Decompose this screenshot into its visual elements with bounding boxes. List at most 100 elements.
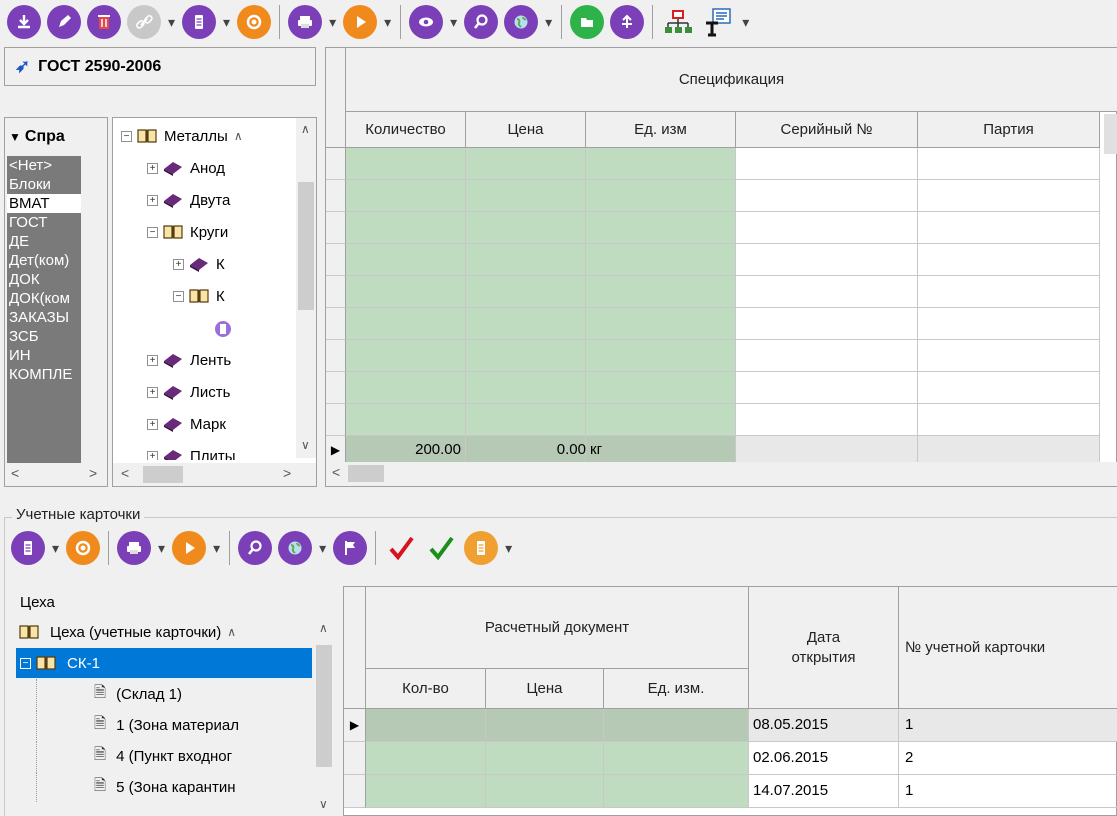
grid-cell[interactable] [918, 308, 1100, 340]
grid-cell[interactable] [918, 148, 1100, 180]
check-green-icon[interactable] [424, 531, 458, 565]
grid-cell[interactable] [736, 244, 918, 276]
search-icon[interactable] [464, 5, 499, 39]
grid-cell[interactable] [346, 212, 466, 244]
folder-icon[interactable] [570, 5, 605, 39]
row-indicator[interactable] [344, 775, 366, 808]
grid-cell[interactable] [586, 340, 736, 372]
expand-icon[interactable]: + [147, 450, 158, 460]
scroll-down-icon[interactable]: ∨ [301, 438, 310, 452]
chevron-down-icon[interactable]: ▾ [545, 14, 552, 31]
grid-cell[interactable] [604, 742, 749, 775]
scroll-up-icon[interactable]: ∧ [301, 122, 310, 136]
grid-cell[interactable] [736, 404, 918, 436]
grid-cell[interactable] [466, 212, 586, 244]
attach-icon[interactable] [610, 5, 645, 39]
tree-node[interactable]: + Анод [113, 152, 293, 184]
tree-node[interactable]: + Марк [113, 408, 293, 440]
tree-hscrollbar[interactable]: < > [112, 463, 317, 487]
column-header[interactable]: Цена [466, 112, 586, 148]
grid-cell[interactable] [346, 340, 466, 372]
tree-node[interactable]: + Листь [113, 376, 293, 408]
grid-cell[interactable] [736, 180, 918, 212]
column-header[interactable]: Серийный № [736, 112, 918, 148]
grid-cell[interactable] [918, 244, 1100, 276]
collapse-icon[interactable]: − [121, 130, 132, 142]
shops-vscrollbar[interactable]: ∧ ∨ [314, 617, 334, 816]
grid-cell[interactable] [918, 372, 1100, 404]
chevron-down-icon[interactable]: ▾ [52, 540, 59, 557]
grid-cell[interactable] [918, 212, 1100, 244]
grid-cell[interactable] [736, 276, 918, 308]
flag-icon[interactable] [333, 531, 368, 565]
grid-cell[interactable] [918, 276, 1100, 308]
row-indicator[interactable] [326, 244, 346, 276]
grid-cell[interactable] [586, 276, 736, 308]
refresh-icon[interactable] [66, 531, 101, 565]
reference-list-item[interactable]: ЗАКАЗЫ [7, 308, 81, 327]
grid-cell[interactable] [346, 404, 466, 436]
open-date-cell[interactable]: 02.06.2015 [749, 742, 899, 775]
reference-list-item[interactable]: ЗСБ [7, 327, 81, 346]
collapse-icon[interactable]: − [20, 657, 31, 669]
delete-icon[interactable] [87, 5, 121, 39]
expand-icon[interactable]: + [173, 258, 184, 270]
open-date-cell[interactable]: 08.05.2015 [749, 709, 899, 742]
scroll-up-icon[interactable]: ∧ [234, 129, 243, 143]
grid-cell[interactable] [466, 244, 586, 276]
grid-cell[interactable] [486, 775, 604, 808]
download-icon[interactable] [7, 5, 41, 39]
print-icon[interactable] [117, 531, 152, 565]
grid-cell[interactable] [736, 148, 918, 180]
chevron-down-icon[interactable]: ▾ [384, 14, 391, 31]
check-red-icon[interactable] [384, 531, 418, 565]
card-number-cell[interactable]: 2 [899, 742, 1117, 775]
reference-list-item[interactable]: ДОК(ком [7, 289, 81, 308]
grid-cell[interactable] [366, 775, 486, 808]
grid-cell[interactable] [736, 212, 918, 244]
grid-cell[interactable] [346, 372, 466, 404]
tree-vscrollbar[interactable]: ∧ ∨ [296, 118, 316, 458]
note-icon[interactable] [464, 531, 499, 565]
print-icon[interactable] [288, 5, 323, 39]
reference-list-item[interactable]: ДЕ [7, 232, 81, 251]
grid-cell[interactable] [586, 372, 736, 404]
scroll-left-icon[interactable]: < [121, 465, 129, 481]
scroll-up-icon[interactable]: ∧ [319, 621, 328, 635]
reference-list-item[interactable]: ГОСТ [7, 213, 81, 232]
tree-node[interactable]: − Металлы ∧ [113, 120, 293, 152]
card-number-column-header[interactable]: № учетной карточки [899, 587, 1117, 709]
row-indicator[interactable] [326, 340, 346, 372]
expand-icon[interactable]: + [147, 194, 158, 206]
grid-cell[interactable] [918, 180, 1100, 212]
globe-icon[interactable] [504, 5, 539, 39]
grid-cell[interactable] [346, 244, 466, 276]
grid-cell[interactable] [486, 709, 604, 742]
network-icon[interactable] [661, 5, 695, 39]
document-icon[interactable] [182, 5, 217, 39]
collapse-icon[interactable]: − [147, 226, 158, 238]
shop-node[interactable]: 🗎 (Склад 1) [16, 679, 312, 709]
shop-node[interactable]: Цеха (учетные карточки) ∧ [16, 617, 312, 647]
play-icon[interactable] [343, 5, 378, 39]
row-indicator[interactable] [344, 742, 366, 775]
row-indicator[interactable] [326, 212, 346, 244]
grid-cell[interactable] [486, 742, 604, 775]
chevron-down-icon[interactable]: ▾ [213, 540, 220, 557]
scroll-thumb[interactable] [298, 182, 314, 310]
scroll-down-icon[interactable]: ∨ [319, 797, 328, 811]
tree-node[interactable]: + Ленть [113, 344, 293, 376]
grid-cell[interactable] [586, 180, 736, 212]
tree-node[interactable]: + Двута [113, 184, 293, 216]
grid-cell[interactable] [918, 404, 1100, 436]
grid-cell[interactable] [346, 180, 466, 212]
current-row-indicator[interactable]: ▶ [326, 436, 346, 464]
list-hscrollbar[interactable]: < > [4, 463, 108, 487]
column-header[interactable]: Цена [486, 669, 604, 709]
row-indicator[interactable] [326, 148, 346, 180]
spec-vscroll-thumb[interactable] [1104, 114, 1117, 154]
collapse-icon[interactable]: − [173, 290, 184, 302]
current-row-indicator[interactable]: ▶ [344, 709, 366, 742]
grid-cell[interactable] [736, 372, 918, 404]
grid-cell[interactable] [466, 276, 586, 308]
